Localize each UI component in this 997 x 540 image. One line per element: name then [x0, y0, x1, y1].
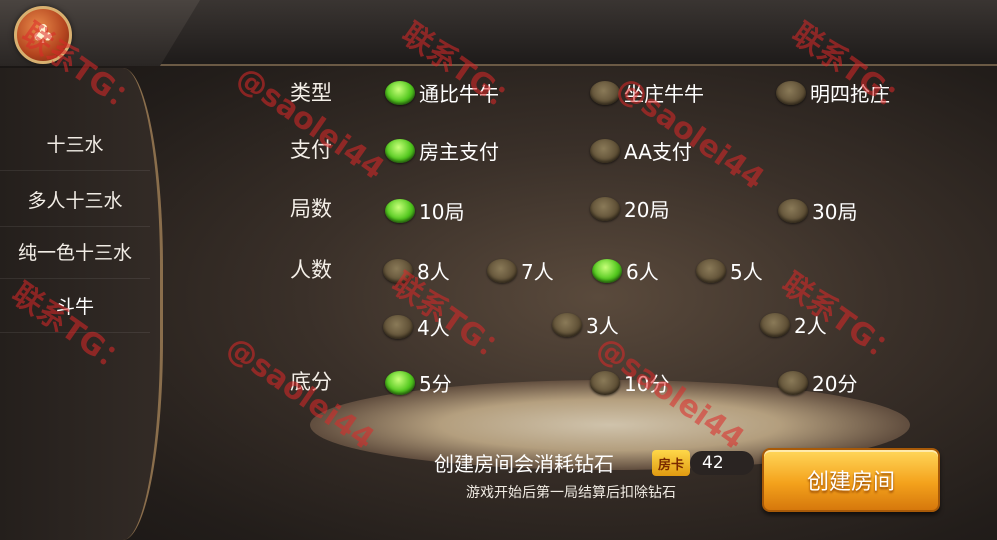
rounds-option[interactable]: 20局: [590, 194, 669, 223]
base-option[interactable]: 20分: [778, 368, 857, 397]
pay-option[interactable]: AA支付: [590, 136, 692, 165]
radio-selected-icon: [385, 138, 415, 163]
rounds-label: 局数: [290, 197, 332, 221]
radio-icon: [696, 258, 726, 283]
radio-icon: [383, 258, 413, 283]
players-option[interactable]: 2人: [760, 310, 827, 339]
base-option[interactable]: 10分: [590, 368, 669, 397]
pay-label: 支付: [290, 138, 332, 162]
players-label: 人数: [290, 258, 332, 282]
radio-icon: [778, 198, 808, 223]
option-label: 20分: [812, 372, 858, 396]
type-option[interactable]: 通比牛牛: [385, 78, 499, 107]
option-label: 6人: [626, 260, 659, 284]
sidebar-item-niuniu[interactable]: 斗牛: [0, 278, 150, 333]
option-label: 20局: [624, 198, 670, 222]
room-card-icon: 房卡: [652, 450, 690, 476]
option-label: 明四抢庄: [810, 82, 890, 106]
sidebar-item-pure-thirteen[interactable]: 纯一色十三水: [0, 224, 150, 279]
option-label: 5人: [730, 260, 763, 284]
option-label: 7人: [521, 260, 554, 284]
base-option[interactable]: 5分: [385, 368, 452, 397]
option-label: 3人: [586, 314, 619, 338]
radio-selected-icon: [385, 80, 415, 105]
radio-selected-icon: [385, 370, 415, 395]
option-label: AA支付: [624, 140, 692, 164]
players-option[interactable]: 3人: [552, 310, 619, 339]
radio-icon: [778, 370, 808, 395]
players-option[interactable]: 5人: [696, 256, 763, 285]
base-label: 底分: [290, 370, 332, 394]
players-option[interactable]: 8人: [383, 256, 450, 285]
game-sidebar: 十三水 多人十三水 纯一色十三水 斗牛: [0, 68, 163, 540]
rounds-option[interactable]: 10局: [385, 196, 464, 225]
radio-selected-icon: [592, 258, 622, 283]
radio-icon: [776, 80, 806, 105]
option-label: 5分: [419, 372, 452, 396]
radio-icon: [487, 258, 517, 283]
players-option[interactable]: 6人: [592, 256, 659, 285]
radio-icon: [590, 370, 620, 395]
radio-icon: [760, 312, 790, 337]
radio-icon: [590, 138, 620, 163]
sidebar-item-thirteen[interactable]: 十三水: [0, 116, 150, 171]
radio-icon: [383, 314, 413, 339]
pay-option[interactable]: 房主支付: [385, 136, 499, 165]
type-option[interactable]: 明四抢庄: [776, 78, 890, 107]
option-label: 2人: [794, 314, 827, 338]
cost-text: 创建房间会消耗钻石: [434, 452, 614, 476]
sidebar-item-multi-thirteen[interactable]: 多人十三水: [0, 172, 150, 227]
players-option[interactable]: 4人: [383, 312, 450, 341]
type-label: 类型: [290, 81, 332, 105]
deduct-note: 游戏开始后第一局结算后扣除钻石: [466, 485, 676, 501]
option-label: 30局: [812, 200, 858, 224]
card-count: 42: [690, 451, 754, 475]
option-label: 房主支付: [419, 140, 499, 164]
radio-selected-icon: [385, 198, 415, 223]
type-option[interactable]: 坐庄牛牛: [590, 78, 704, 107]
game-logo-icon[interactable]: ♣: [14, 6, 72, 64]
radio-icon: [590, 80, 620, 105]
option-label: 8人: [417, 260, 450, 284]
option-label: 10局: [419, 200, 465, 224]
option-label: 坐庄牛牛: [624, 82, 704, 106]
top-bar: ♣: [0, 0, 997, 66]
radio-icon: [552, 312, 582, 337]
players-option[interactable]: 7人: [487, 256, 554, 285]
option-label: 10分: [624, 372, 670, 396]
radio-icon: [590, 196, 620, 221]
option-label: 通比牛牛: [419, 82, 499, 106]
rounds-option[interactable]: 30局: [778, 196, 857, 225]
create-room-button[interactable]: 创建房间: [762, 448, 940, 512]
option-label: 4人: [417, 316, 450, 340]
